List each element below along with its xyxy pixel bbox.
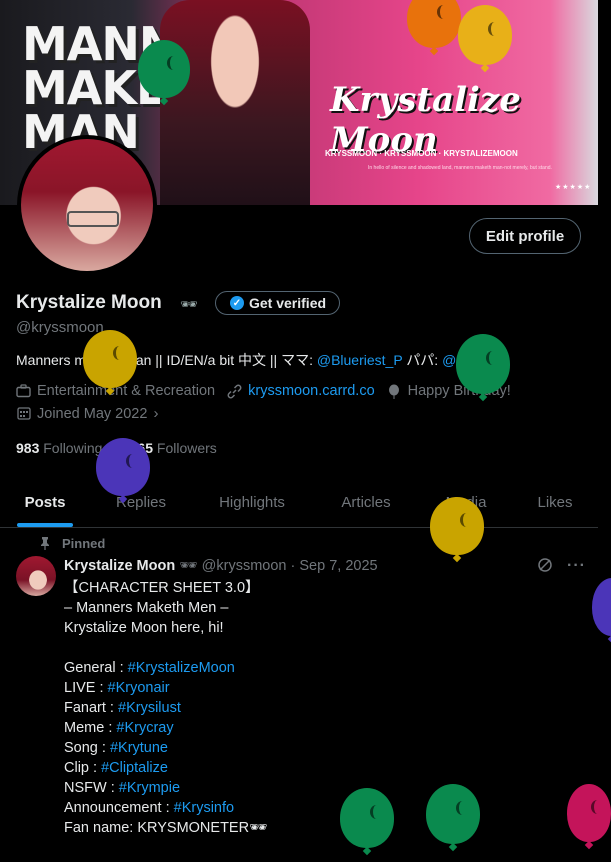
active-tab-indicator	[17, 523, 73, 527]
banner-character-art	[160, 0, 310, 205]
profile-avatar[interactable]	[17, 135, 157, 275]
profile-meta-row: Entertainment & Recreation kryssmoon.car…	[16, 383, 523, 399]
balloon-decoration	[430, 497, 484, 555]
hashtag-link[interactable]: #Krytune	[110, 740, 168, 756]
hashtag-link[interactable]: #Krysinfo	[174, 800, 234, 816]
balloon-decoration	[138, 40, 190, 98]
following-link[interactable]: 983 Following	[16, 440, 102, 456]
pinned-indicator: Pinned	[40, 536, 105, 551]
link-icon	[227, 384, 242, 399]
tab-articles[interactable]: Articles	[312, 478, 420, 527]
balloon-icon	[387, 384, 402, 399]
balloon-decoration	[458, 5, 512, 65]
post-line: Fanart : #Krysilust	[64, 700, 181, 716]
profile-handle: @kryssmoon	[16, 319, 104, 336]
bio-link-mama[interactable]: @Blueriest_P	[317, 352, 403, 368]
tab-highlights[interactable]: Highlights	[192, 478, 312, 527]
edit-profile-button[interactable]: Edit profile	[469, 218, 581, 254]
banner-socials: KRYSSMOON · KRYSSMOON · KRYSTALIZEMOON	[325, 149, 518, 158]
balloon-decoration	[567, 784, 611, 842]
grok-icon[interactable]	[537, 557, 553, 578]
banner-logo: Krystalize Moon	[330, 80, 521, 160]
post-line: Song : #Krytune	[64, 740, 168, 756]
profile-name: Krystalize Moon	[16, 292, 162, 313]
post-line: 【CHARACTER SHEET 3.0】	[64, 580, 260, 596]
briefcase-icon	[16, 383, 31, 399]
verified-badge-icon: ✓	[230, 296, 244, 310]
post-line: Krystalize Moon here, hi!	[64, 620, 224, 636]
hashtag-link[interactable]: #KrystalizeMoon	[128, 660, 235, 676]
balloon-decoration	[426, 784, 480, 844]
balloon-decoration	[83, 330, 137, 388]
calendar-icon	[16, 406, 31, 421]
profile-joined-row[interactable]: Joined May 2022 ›	[16, 405, 158, 422]
hashtag-link[interactable]: #Krympie	[119, 780, 180, 796]
post-body: 【CHARACTER SHEET 3.0】 – Manners Maketh M…	[64, 578, 584, 838]
post-meta[interactable]: @kryssmoon · Sep 7, 2025	[202, 558, 378, 574]
banner-stars: ★★★★★	[555, 184, 592, 191]
post-author-name[interactable]: Krystalize Moon	[64, 558, 175, 574]
post-line: LIVE : #Kryonair	[64, 680, 170, 696]
post-line: Fan name: KRYSMONETER🕶	[64, 820, 268, 836]
balloon-decoration	[340, 788, 394, 848]
tab-likes[interactable]: Likes	[512, 478, 598, 527]
get-verified-label: Get verified	[249, 295, 327, 311]
balloon-decoration	[592, 578, 611, 636]
tab-posts[interactable]: Posts	[0, 478, 90, 527]
profile-website-link[interactable]: kryssmoon.carrd.co	[248, 383, 375, 399]
post-tools: ···	[537, 557, 586, 578]
post-line	[64, 638, 584, 658]
post-line: General : #KrystalizeMoon	[64, 660, 235, 676]
post-line: Meme : #Krycray	[64, 720, 174, 736]
profile-tabs: Posts Replies Highlights Articles Media …	[0, 478, 598, 528]
pin-icon	[40, 537, 52, 550]
hashtag-link[interactable]: #Krysilust	[118, 700, 181, 716]
hashtag-link[interactable]: #Cliptalize	[101, 760, 168, 776]
sunglasses-icon: 🕶	[180, 296, 198, 312]
scrollbar[interactable]	[598, 0, 611, 862]
balloon-decoration	[456, 334, 510, 394]
post-author-avatar[interactable]	[16, 556, 56, 596]
hashtag-link[interactable]: #Krycray	[116, 720, 173, 736]
post-line: – Manners Maketh Men –	[64, 600, 229, 616]
chevron-right-icon: ›	[153, 405, 159, 422]
balloon-decoration	[96, 438, 150, 496]
banner-tagline: In hello of silence and shadowed land, m…	[368, 165, 552, 171]
post-header: Krystalize Moon 🕶 @kryssmoon · Sep 7, 20…	[64, 557, 378, 574]
hashtag-link[interactable]: #Kryonair	[108, 680, 170, 696]
post-line: NSFW : #Krympie	[64, 780, 181, 796]
profile-joined: Joined May 2022	[37, 405, 148, 422]
get-verified-button[interactable]: ✓ Get verified	[215, 291, 340, 315]
sunglasses-icon: 🕶	[179, 558, 198, 574]
more-options-icon[interactable]: ···	[567, 557, 586, 578]
profile-category: Entertainment & Recreation	[37, 383, 216, 399]
post-line: Clip : #Cliptalize	[64, 760, 168, 776]
post-line: Announcement : #Krysinfo	[64, 800, 235, 816]
